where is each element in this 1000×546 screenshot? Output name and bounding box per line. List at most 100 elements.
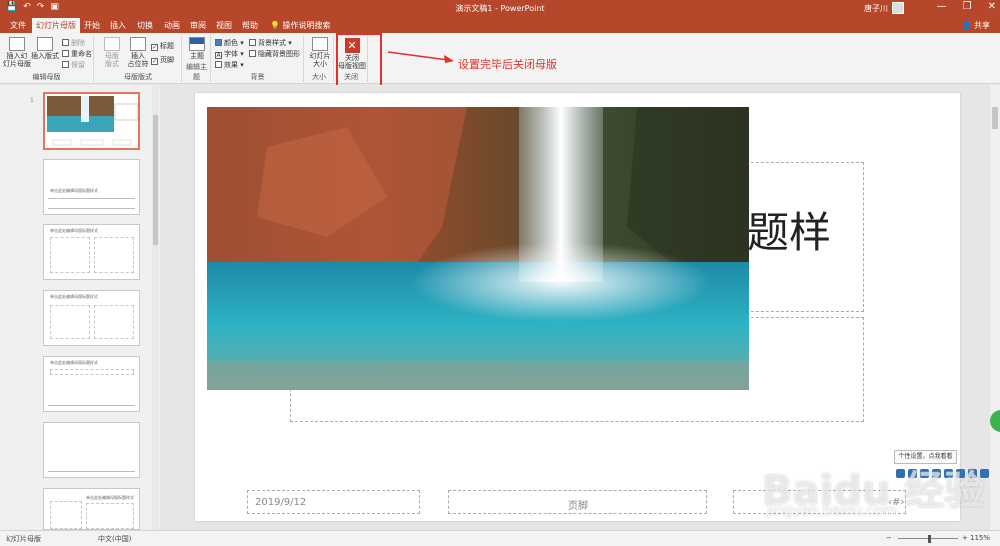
fonts-icon: A: [215, 52, 222, 59]
insert-placeholder-button[interactable]: 插入 占位符: [125, 37, 151, 68]
effects-icon: [215, 61, 222, 68]
slide-number-1: 1: [30, 97, 34, 104]
scrollbar-thumb[interactable]: [992, 107, 998, 129]
thumbnail-title: 单击此处编辑母版标题样式: [86, 495, 134, 500]
share-button[interactable]: 👤 共享: [961, 20, 990, 31]
footer-check-label: 页脚: [160, 56, 174, 64]
master-layout-button[interactable]: 母版 版式: [99, 37, 125, 68]
group-label-master-layout: 母版版式: [124, 73, 152, 81]
status-language[interactable]: 中文(中国): [98, 534, 131, 544]
group-label-edit-master: 编辑母版: [32, 73, 61, 81]
checkbox-icon: [249, 50, 256, 57]
delete-button[interactable]: 删除: [62, 38, 85, 48]
group-label-background: 背景: [250, 73, 265, 81]
waterfall-image[interactable]: [207, 107, 749, 390]
restore-button[interactable]: ❐: [963, 1, 972, 12]
thumbnail-layout-5[interactable]: [43, 422, 140, 478]
zoom-slider-handle[interactable]: [928, 535, 931, 543]
insert-master-icon: [9, 37, 25, 51]
lightbulb-icon: 💡: [270, 21, 280, 30]
effects-label: 效果: [224, 61, 238, 69]
share-label: 共享: [974, 21, 990, 30]
colors-label: 颜色: [224, 39, 238, 47]
master-layout-icon: [104, 37, 120, 51]
group-master-layout: 母版 版式 插入 占位符 ✓ 标题 ✓ 页脚 母版版式: [95, 35, 182, 82]
tab-home[interactable]: 开始: [80, 19, 104, 32]
background-styles-label: 背景样式: [258, 39, 286, 47]
colors-button[interactable]: 颜色 ▾: [215, 38, 244, 48]
thumbnail-content-box: [86, 503, 134, 529]
thumbnail-title: 单击此处编辑母版标题样式: [50, 294, 98, 299]
master-layout-label: 母版 版式: [105, 52, 119, 68]
thumbnail-layout-6[interactable]: 单击此处编辑母版标题样式: [43, 488, 140, 530]
preserve-label: 保留: [71, 61, 85, 69]
title-checkbox[interactable]: ✓ 标题: [151, 41, 174, 51]
slide-size-label: 幻灯片 大小: [309, 52, 331, 68]
tab-help[interactable]: 帮助: [238, 19, 262, 32]
person-icon: 👤: [961, 21, 972, 30]
thumbnail-master[interactable]: [43, 92, 140, 150]
fonts-button[interactable]: A 字体 ▾: [215, 49, 244, 59]
thumbnail-pane: 1 单击此处编辑母版标题样式 单击此处编辑母版标题样式 单击此处编辑母版标题样式…: [0, 85, 160, 530]
thumbnail-line: [48, 198, 135, 199]
tab-slide-master[interactable]: 幻灯片母版: [32, 18, 80, 33]
minimize-button[interactable]: —: [937, 1, 947, 12]
effects-button[interactable]: 效果 ▾: [215, 60, 244, 70]
fonts-label: 字体: [224, 50, 238, 58]
group-label-edit-theme: 编辑主题: [186, 63, 207, 81]
group-background: 颜色 ▾ A 字体 ▾ 效果 ▾ 背景样式 ▾ 隐藏背景图形 背景: [212, 35, 304, 82]
thumbnail-scrollbar[interactable]: [152, 85, 159, 530]
tab-animations[interactable]: 动画: [160, 19, 184, 32]
avatar[interactable]: [892, 2, 904, 14]
themes-button[interactable]: 主题: [185, 37, 209, 60]
status-view: 幻灯片母版: [6, 535, 41, 543]
thumbnail-layout-2[interactable]: 单击此处编辑母版标题样式: [43, 224, 140, 280]
user-name[interactable]: 唐子川: [864, 3, 888, 14]
master-slide[interactable]: 题样 2019/9/12 页脚 ‹#›: [195, 93, 960, 521]
title-check-label: 标题: [160, 42, 174, 50]
hide-background-checkbox[interactable]: 隐藏背景图形: [249, 49, 300, 59]
title-text: 题样: [747, 208, 832, 257]
thumbnail-content-box: [94, 237, 134, 273]
tell-me-label: 操作说明搜索: [282, 21, 331, 30]
footer-text: 页脚: [568, 501, 588, 512]
background-styles-button[interactable]: 背景样式 ▾: [249, 38, 292, 48]
status-bar: 幻灯片母版 中文(中国) − + 115%: [0, 530, 1000, 546]
zoom-out-button[interactable]: −: [886, 534, 892, 542]
tell-me-search[interactable]: 💡 操作说明搜索: [266, 19, 335, 32]
thumbnail-title: 单击此处编辑母版标题样式: [50, 188, 98, 193]
insert-slide-master-button[interactable]: 插入幻 灯片母版: [3, 37, 31, 68]
tab-review[interactable]: 审阅: [186, 19, 210, 32]
close-window-button[interactable]: ✕: [988, 1, 996, 12]
thumbnail-content-box: [50, 237, 90, 273]
hide-background-label: 隐藏背景图形: [258, 50, 300, 58]
zoom-level[interactable]: 115%: [970, 534, 990, 542]
thumbnail-title: 单击此处编辑母版标题样式: [50, 228, 98, 233]
group-edit-master: 插入幻 灯片母版 插入版式 删除 重命名 保留 编辑母版: [0, 35, 94, 82]
rename-button[interactable]: 重命名: [62, 49, 92, 59]
insert-layout-button[interactable]: 插入版式: [31, 37, 59, 60]
window-title: 演示文稿1 - PowerPoint: [455, 4, 545, 13]
slide-size-button[interactable]: 幻灯片 大小: [307, 37, 333, 68]
tab-view[interactable]: 视图: [212, 19, 236, 32]
delete-icon: [62, 39, 69, 46]
editor-scrollbar[interactable]: [990, 85, 1000, 530]
preserve-button[interactable]: 保留: [62, 60, 85, 70]
ribbon-tabs: 文件 幻灯片母版 开始 插入 切换 动画 审阅 视图 帮助 💡 操作说明搜索 👤…: [0, 17, 1000, 33]
zoom-in-button[interactable]: +: [962, 534, 968, 542]
tab-insert[interactable]: 插入: [106, 19, 130, 32]
background-styles-icon: [249, 39, 256, 46]
footer-checkbox[interactable]: ✓ 页脚: [151, 55, 174, 65]
group-size: 幻灯片 大小 大小: [305, 35, 334, 82]
tab-file[interactable]: 文件: [6, 19, 30, 32]
tab-transitions[interactable]: 切换: [133, 19, 157, 32]
thumbnail-layout-1[interactable]: 单击此处编辑母版标题样式: [43, 159, 140, 215]
thumbnail-layout-3[interactable]: 单击此处编辑母版标题样式: [43, 290, 140, 346]
thumbnail-content-box: [50, 305, 90, 339]
themes-icon: [189, 37, 205, 51]
scrollbar-thumb[interactable]: [153, 115, 158, 245]
colors-icon: [215, 39, 222, 46]
thumbnail-layout-4[interactable]: 单击此处编辑母版标题样式: [43, 356, 140, 412]
insert-master-label: 插入幻 灯片母版: [3, 52, 31, 68]
rename-icon: [62, 50, 69, 57]
